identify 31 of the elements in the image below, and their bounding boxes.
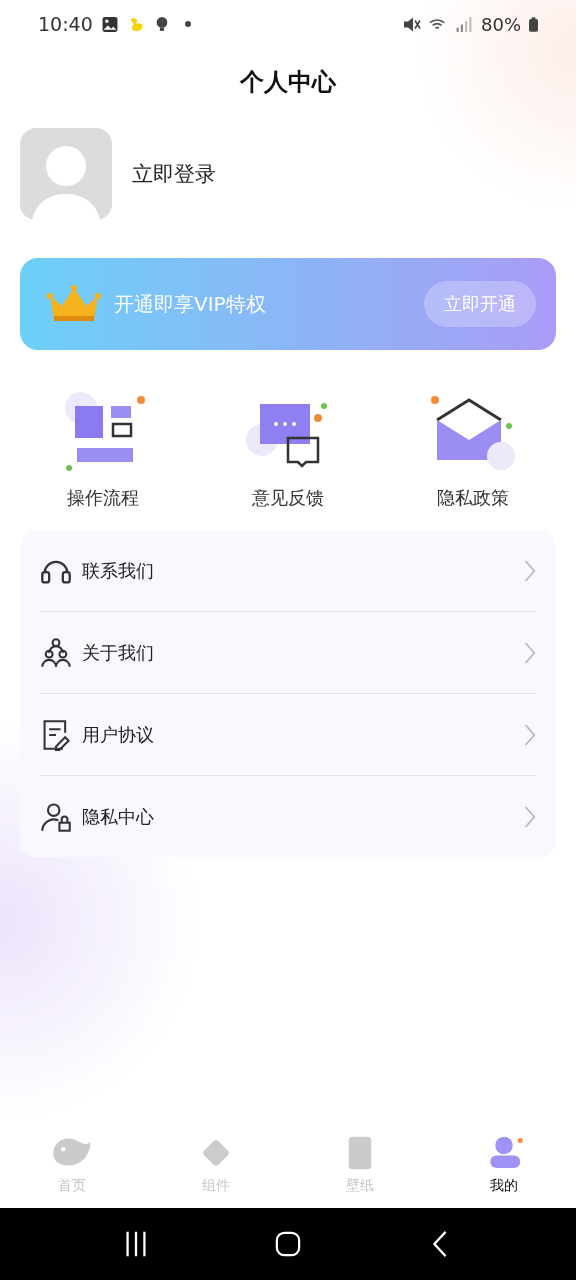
login-link[interactable]: 立即登录 (132, 160, 216, 188)
tab-bar-item[interactable]: 我的 (432, 1120, 576, 1208)
home-icon[interactable] (275, 1230, 301, 1258)
page-title: 个人中心 (240, 67, 336, 98)
chevron-right-icon (524, 641, 536, 664)
menu-item[interactable]: 联系我们 (40, 530, 536, 612)
menu-item-label: 用户协议 (82, 722, 154, 747)
image-icon (100, 15, 119, 33)
chevron-right-icon (524, 559, 536, 582)
clock-time: 10:40 (38, 13, 93, 35)
user-lock-icon (40, 800, 72, 833)
recent-apps-icon[interactable] (123, 1230, 149, 1258)
menu-item-label: 关于我们 (82, 640, 154, 665)
menu-item[interactable]: 用户协议 (40, 694, 536, 776)
quick-action-label[interactable]: 操作流程 (67, 486, 139, 510)
menu-item-label: 隐私中心 (82, 804, 154, 829)
vip-text: 开通即享VIP特权 (114, 290, 267, 318)
battery-icon (529, 15, 538, 33)
dot-icon (184, 21, 191, 27)
signal-icon (455, 15, 473, 33)
battery-level: 80% (481, 13, 521, 35)
chevron-right-icon (524, 723, 536, 746)
menu-item[interactable]: 关于我们 (40, 612, 536, 694)
crown-icon (46, 284, 102, 324)
menu-item-label: 联系我们 (82, 558, 154, 583)
menu-item[interactable]: 隐私中心 (40, 776, 536, 857)
mute-icon (403, 15, 421, 33)
chevron-right-icon (524, 805, 536, 828)
people-icon (40, 636, 72, 669)
quick-action-label[interactable]: 隐私政策 (437, 486, 509, 510)
quick-action-label[interactable]: 意见反馈 (252, 486, 324, 510)
